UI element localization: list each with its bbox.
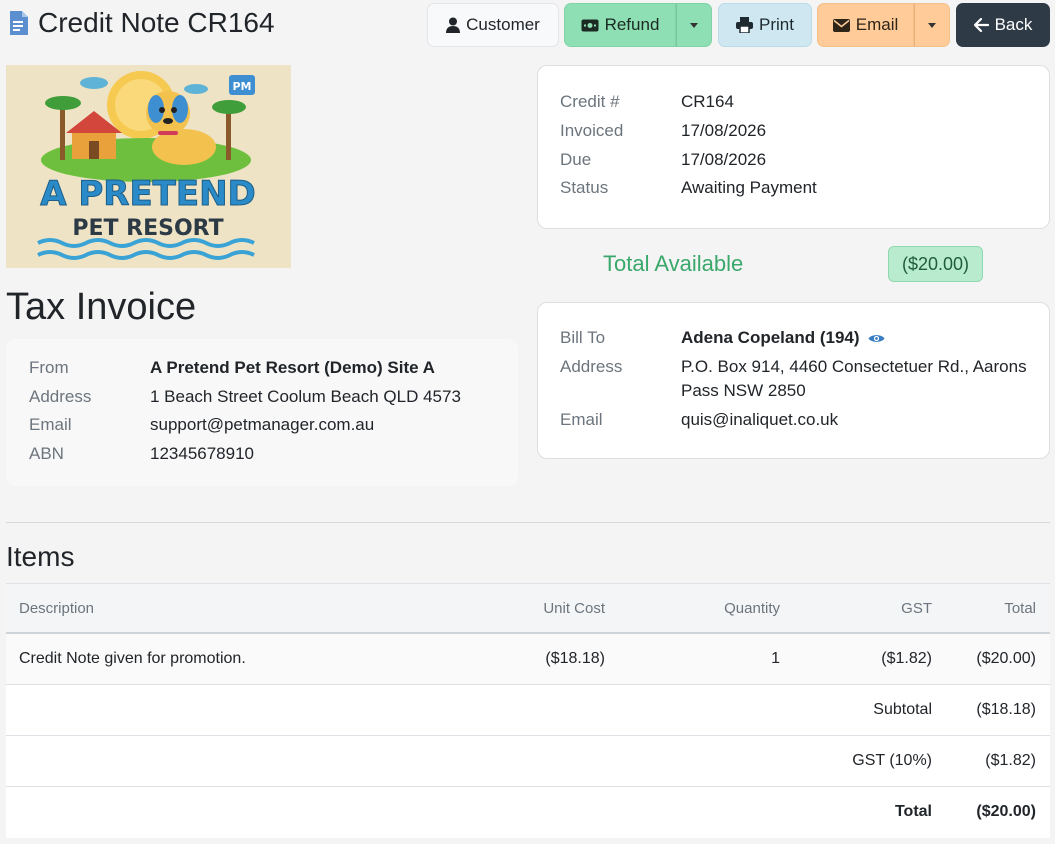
- total-available-label: Total Available: [603, 251, 744, 276]
- grand-total-row: Total ($20.00): [6, 787, 1050, 838]
- eye-icon[interactable]: [868, 327, 885, 351]
- email-button-label: Email: [855, 15, 899, 34]
- column-header-gst: GST: [901, 600, 932, 617]
- arrow-left-icon: [973, 18, 989, 32]
- table-row: Credit Note given for promotion. ($18.18…: [6, 634, 1050, 685]
- subtotal-row: Subtotal ($18.18): [6, 685, 1050, 736]
- caret-down-icon: [928, 22, 936, 28]
- invoiced-label: Invoiced: [560, 121, 624, 140]
- customer-button-label: Customer: [466, 15, 540, 34]
- column-header-quantity: Quantity: [724, 600, 780, 617]
- page-title-text: Credit Note CR164: [38, 7, 275, 38]
- envelope-icon: [832, 18, 850, 32]
- back-button[interactable]: Back: [956, 3, 1050, 47]
- item-gst: ($1.82): [881, 650, 932, 667]
- from-address-value: 1 Beach Street Coolum Beach QLD 4573: [150, 387, 461, 406]
- total-available-badge: ($20.00): [888, 246, 983, 282]
- from-email-label: Email: [29, 415, 72, 434]
- item-quantity: 1: [771, 650, 780, 667]
- invoiced-value: 17/08/2026: [681, 121, 767, 140]
- gst-label: GST (10%): [852, 752, 932, 769]
- grand-total-value: ($20.00): [976, 803, 1036, 820]
- from-address-label: Address: [29, 387, 92, 406]
- item-total: ($20.00): [976, 650, 1036, 667]
- bill-address-value: P.O. Box 914, 4460 Consectetuer Rd., Aar…: [681, 357, 1027, 400]
- credit-details-card: Credit # CR164 Invoiced 17/08/2026 Due 1…: [537, 65, 1050, 229]
- section-divider: [6, 522, 1050, 523]
- caret-down-icon: [690, 22, 698, 28]
- bill-to-value: Adena Copeland (194): [681, 328, 860, 347]
- logo-text-line1: A PRETEND: [40, 174, 256, 214]
- email-dropdown-toggle[interactable]: [914, 3, 950, 47]
- item-description: Credit Note given for promotion.: [19, 650, 246, 667]
- from-email-value: support@petmanager.com.au: [150, 415, 375, 434]
- from-abn-label: ABN: [29, 444, 64, 463]
- print-button-label: Print: [759, 15, 794, 34]
- due-value: 17/08/2026: [681, 150, 767, 169]
- status-label: Status: [560, 178, 609, 197]
- table-header: Description Unit Cost Quantity GST Total: [6, 583, 1050, 634]
- user-icon: [446, 17, 461, 33]
- gst-row: GST (10%) ($1.82): [6, 736, 1050, 787]
- grand-total-label: Total: [894, 803, 932, 820]
- column-header-description: Description: [19, 600, 95, 617]
- gst-value: ($1.82): [985, 752, 1036, 769]
- credit-number-label: Credit #: [560, 92, 620, 111]
- item-unit-cost: ($18.18): [545, 650, 605, 667]
- from-label: From: [29, 358, 69, 377]
- refund-button[interactable]: Refund: [564, 3, 676, 47]
- email-button[interactable]: Email: [817, 3, 914, 47]
- back-button-label: Back: [994, 15, 1033, 34]
- column-header-total: Total: [1004, 600, 1036, 617]
- due-label: Due: [560, 150, 592, 169]
- bill-to-label: Bill To: [560, 328, 606, 347]
- printer-icon: [736, 17, 754, 33]
- bill-email-label: Email: [560, 410, 603, 429]
- page-title: Credit Note CR164: [8, 7, 275, 39]
- logo-text-line2: PET RESORT: [72, 216, 223, 241]
- refund-button-label: Refund: [604, 15, 660, 34]
- credit-number-value: CR164: [681, 92, 734, 111]
- business-logo: PM A PRETEND PET RESORT: [6, 65, 291, 268]
- status-value: Awaiting Payment: [681, 178, 817, 197]
- items-heading: Items: [6, 541, 75, 572]
- print-button[interactable]: Print: [718, 3, 812, 47]
- logo-badge-text: PM: [232, 80, 251, 93]
- document-icon: [8, 9, 30, 37]
- from-card: From A Pretend Pet Resort (Demo) Site A …: [6, 339, 518, 486]
- from-abn-value: 12345678910: [150, 444, 255, 463]
- tax-invoice-heading: Tax Invoice: [6, 286, 197, 328]
- bill-address-label: Address: [560, 357, 623, 376]
- customer-button[interactable]: Customer: [427, 3, 559, 47]
- bill-to-card: Bill To Adena Copeland (194) Address P.O…: [537, 302, 1050, 459]
- column-header-unit-cost: Unit Cost: [543, 600, 605, 617]
- page-header: Credit Note CR164 Customer Refund Print …: [0, 0, 1055, 50]
- money-bill-icon: [581, 19, 599, 32]
- subtotal-value: ($18.18): [976, 701, 1036, 718]
- bill-to-customer-link[interactable]: Adena Copeland (194): [681, 326, 885, 351]
- subtotal-label: Subtotal: [873, 701, 932, 718]
- bill-email-value: quis@inaliquet.co.uk: [681, 410, 839, 429]
- from-value: A Pretend Pet Resort (Demo) Site A: [150, 358, 435, 377]
- refund-dropdown-toggle[interactable]: [676, 3, 712, 47]
